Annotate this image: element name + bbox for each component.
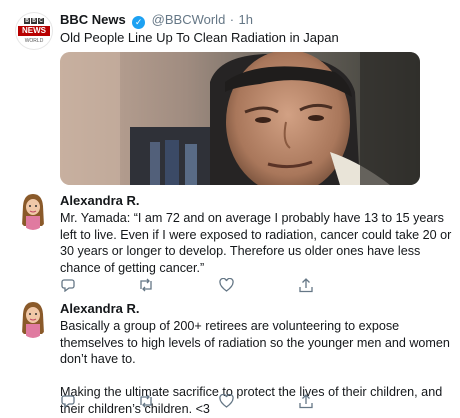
share-icon[interactable] bbox=[298, 393, 314, 409]
bbc-letter-b1: B bbox=[24, 18, 30, 24]
tweet-time[interactable]: 1h bbox=[239, 12, 253, 27]
bbc-news-logo[interactable]: B B C NEWS WORLD bbox=[16, 13, 52, 49]
reply-icon[interactable] bbox=[60, 277, 76, 293]
world-label: WORLD bbox=[24, 38, 44, 44]
bbc-letter-b2: B bbox=[31, 18, 37, 24]
avatar[interactable] bbox=[18, 300, 48, 338]
account-name[interactable]: BBC News bbox=[60, 12, 126, 27]
reply-text: Mr. Yamada: “I am 72 and on average I pr… bbox=[60, 211, 455, 275]
like-icon[interactable] bbox=[218, 277, 234, 293]
tweet-photo[interactable] bbox=[60, 52, 420, 185]
like-icon[interactable] bbox=[218, 393, 234, 409]
alexandra-avatar-icon bbox=[18, 300, 48, 338]
reply-text: Basically a group of 200+ retirees are v… bbox=[60, 319, 450, 416]
avatar[interactable] bbox=[18, 192, 48, 230]
bbc-letter-c: C bbox=[38, 18, 44, 24]
reply-icon[interactable] bbox=[60, 393, 76, 409]
account-handle[interactable]: @BBCWorld bbox=[152, 12, 226, 27]
reply-author[interactable]: Alexandra R. bbox=[60, 301, 139, 316]
news-label: NEWS bbox=[18, 26, 50, 36]
reply-author[interactable]: Alexandra R. bbox=[60, 193, 139, 208]
retweet-icon[interactable] bbox=[138, 393, 154, 409]
elderly-man-photo bbox=[60, 52, 420, 185]
separator-dot: · bbox=[229, 12, 235, 27]
alexandra-avatar-icon bbox=[18, 192, 48, 230]
verified-badge-icon: ✓ bbox=[132, 16, 146, 29]
tweet-header: BBC News ✓ @BBCWorld · 1h bbox=[60, 11, 253, 29]
tweet-headline: Old People Line Up To Clean Radiation in… bbox=[60, 30, 339, 45]
retweet-icon[interactable] bbox=[138, 277, 154, 293]
share-icon[interactable] bbox=[298, 277, 314, 293]
